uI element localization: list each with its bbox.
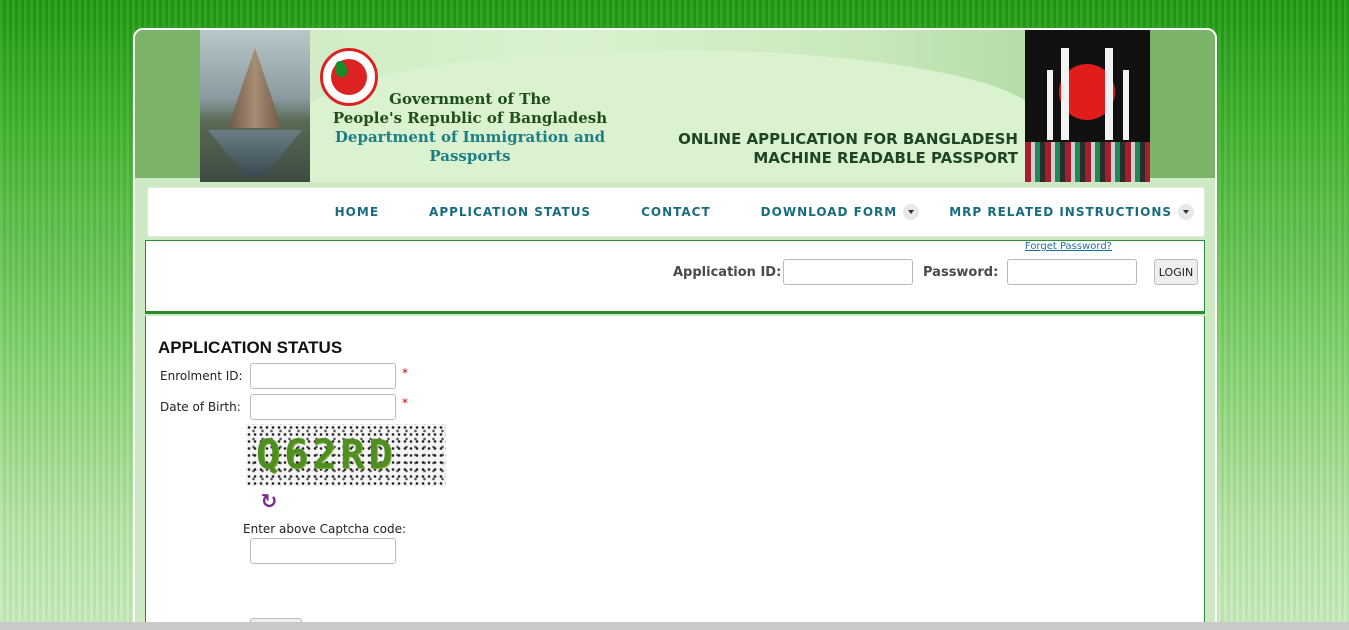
- required-marker: *: [402, 396, 408, 410]
- department-name: Department of Immigration and Passports: [334, 128, 606, 165]
- captcha-prompt-label: Enter above Captcha code:: [243, 522, 407, 536]
- header-banner: Government of The People's Republic of B…: [200, 30, 1150, 182]
- login-panel: Forget Password? Application ID: Passwor…: [145, 240, 1205, 314]
- chevron-down-icon[interactable]: [903, 204, 920, 220]
- shaheed-minar-image: [1025, 30, 1150, 182]
- captcha-image: Q62RD: [246, 424, 446, 486]
- date-of-birth-label: Date of Birth:: [160, 400, 241, 414]
- online-line-2: MACHINE READABLE PASSPORT: [753, 149, 1018, 167]
- nav-application-status[interactable]: APPLICATION STATUS: [429, 205, 591, 219]
- password-input[interactable]: [1007, 259, 1137, 285]
- page-frame: Government of The People's Republic of B…: [133, 28, 1217, 630]
- nav-contact[interactable]: CONTACT: [641, 205, 711, 219]
- online-application-title: ONLINE APPLICATION FOR BANGLADESH MACHIN…: [678, 130, 1018, 168]
- government-title: Government of The People's Republic of B…: [300, 90, 640, 166]
- gov-line-2: People's Republic of Bangladesh: [332, 109, 608, 127]
- application-id-input[interactable]: [783, 259, 913, 285]
- forget-password-link[interactable]: Forget Password?: [1025, 241, 1112, 252]
- nav-mrp-instructions[interactable]: MRP RELATED INSTRUCTIONS: [949, 204, 1194, 220]
- captcha-input[interactable]: [250, 538, 396, 564]
- page-title: APPLICATION STATUS: [158, 338, 343, 357]
- application-status-panel: APPLICATION STATUS Enrolment ID: * Date …: [145, 316, 1205, 630]
- main-navigation: HOME APPLICATION STATUS CONTACT DOWNLOAD…: [147, 187, 1205, 237]
- required-marker: *: [402, 366, 408, 380]
- enrolment-id-label: Enrolment ID:: [160, 369, 243, 383]
- chevron-down-icon[interactable]: [1178, 204, 1194, 220]
- online-line-1: ONLINE APPLICATION FOR BANGLADESH: [678, 130, 1018, 148]
- horizontal-scrollbar[interactable]: [0, 622, 1349, 630]
- login-button[interactable]: LOGIN: [1154, 259, 1198, 285]
- password-label: Password:: [923, 265, 999, 280]
- nav-home[interactable]: HOME: [335, 205, 379, 219]
- captcha-text: Q62RD: [256, 432, 397, 478]
- date-of-birth-input[interactable]: [250, 394, 396, 420]
- national-memorial-image: [200, 30, 310, 182]
- nav-download-form[interactable]: DOWNLOAD FORM: [761, 204, 920, 220]
- refresh-icon[interactable]: ↻: [258, 490, 280, 512]
- enrolment-id-input[interactable]: [250, 363, 396, 389]
- application-id-label: Application ID:: [673, 265, 782, 280]
- gov-line-1: Government of The: [389, 90, 551, 108]
